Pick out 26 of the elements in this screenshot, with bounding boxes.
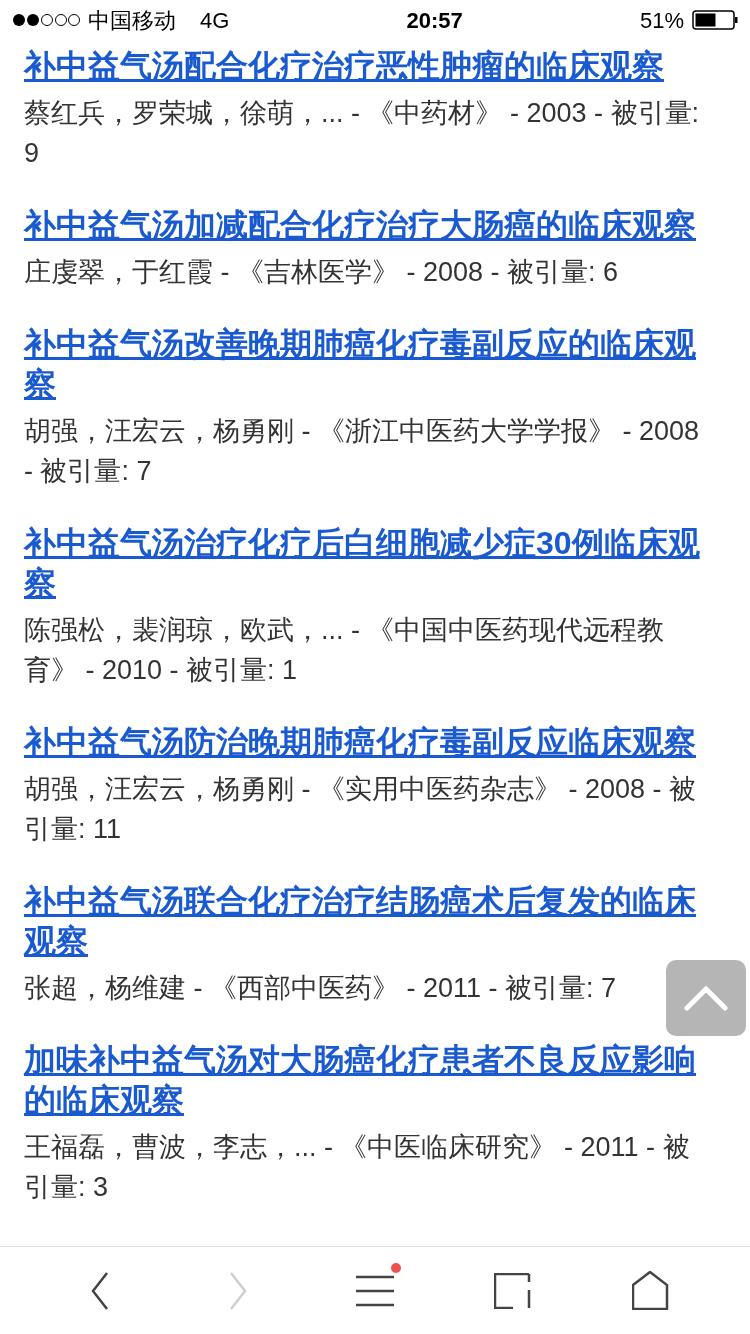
result-title-link[interactable]: 补中益气汤防治晚期肺癌化疗毒副反应临床观察	[24, 722, 726, 762]
result-title-link[interactable]: 补中益气汤治疗化疗后白细胞减少症30例临床观察	[24, 523, 726, 603]
result-meta: 陈强松，裴润琼，欧武，... - 《中国中医药现代远程教育》 - 2010 - 被引量: 1	[24, 614, 666, 687]
battery-icon	[692, 10, 738, 30]
chevron-left-icon	[91, 1270, 109, 1311]
result-meta: 庄虔翠，于红霞 - 《吉林医学》 - 2008 - 被引量: 6	[24, 256, 619, 289]
clock: 20:57	[406, 6, 463, 35]
result-title-link[interactable]: 补中益气汤联合化疗治疗结肠癌术后复发的临床观察	[24, 881, 726, 961]
result-title-link[interactable]: 补中益气汤配合化疗治疗恶性肿瘤的临床观察	[24, 46, 726, 86]
home-icon	[631, 1271, 669, 1310]
tabs-icon	[494, 1272, 531, 1309]
chevron-right-icon	[228, 1270, 247, 1311]
result-meta: 蔡红兵，罗荣城，徐萌，... - 《中药材》 - 2003 - 被引量: 9	[24, 97, 701, 170]
carrier-name: 中国移动	[88, 6, 176, 35]
result-title-link[interactable]: 补中益气汤改善晚期肺癌化疗毒副反应的临床观察	[24, 324, 726, 404]
menu-icon	[355, 1274, 395, 1307]
result-meta: 王福磊，曹波，李志，... - 《中医临床研究》 - 2011 - 被引量: 3	[24, 1131, 691, 1204]
result-meta: 胡强，汪宏云，杨勇刚 - 《实用中医药杂志》 - 2008 - 被引量: 11	[24, 773, 698, 846]
chevron-up-icon	[684, 985, 728, 1011]
battery-percent: 51%	[639, 6, 684, 35]
network-type: 4G	[200, 6, 230, 35]
result-meta: 胡强，汪宏云，杨勇刚 - 《浙江中医药大学学报》 - 2008 - 被引量: 7	[24, 415, 701, 488]
result-meta: 张超，杨维建 - 《西部中医药》 - 2011 - 被引量: 7	[24, 972, 617, 1005]
result-title-link[interactable]: 加味补中益气汤对大肠癌化疗患者不良反应影响的临床观察	[24, 1040, 726, 1120]
signal-icon	[12, 13, 80, 27]
result-title-link[interactable]: 补中益气汤加减配合化疗治疗大肠癌的临床观察	[24, 205, 726, 245]
